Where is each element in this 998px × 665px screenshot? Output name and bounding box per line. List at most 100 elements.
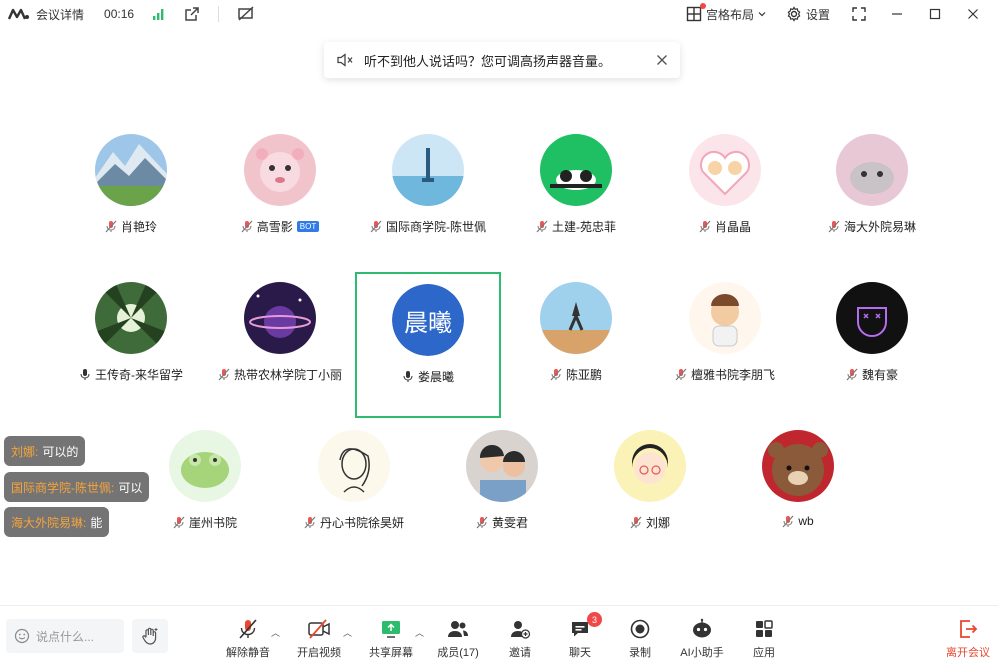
- participant-name: 土建-苑忠菲: [552, 220, 616, 234]
- ai-assistant-icon: [693, 618, 711, 638]
- mic-muted-icon: [304, 516, 316, 529]
- chat-unread-badge: 3: [587, 612, 602, 627]
- apps-button[interactable]: 应用: [734, 618, 794, 660]
- speaker-volume-notice: 听不到他人说话吗？您可调高扬声器音量。: [324, 42, 680, 78]
- settings-button[interactable]: 设置: [778, 6, 838, 23]
- maximize-icon: [929, 8, 941, 20]
- participant-tile[interactable]: 热带农林学院丁小丽: [207, 270, 353, 416]
- participant-name: 海大外院易琳: [843, 220, 916, 234]
- mic-muted-icon: [550, 368, 562, 381]
- participant-name: 高雪影: [256, 220, 293, 234]
- participant-tile[interactable]: 海大外院易琳: [799, 122, 945, 268]
- meeting-details-link[interactable]: 会议详情: [36, 6, 84, 23]
- avatar: 晨曦: [392, 284, 464, 356]
- participant-tile-active-speaker[interactable]: 晨曦 娄晨曦: [355, 272, 501, 418]
- avatar: [614, 430, 686, 502]
- mic-muted-icon: [782, 515, 794, 527]
- avatar: [318, 430, 390, 502]
- chat-bubble[interactable]: 海大外院易琳: 能: [4, 507, 110, 537]
- leave-meeting-button[interactable]: 离开会议: [938, 618, 998, 660]
- close-window-button[interactable]: [956, 8, 990, 20]
- participant-tile[interactable]: wb: [725, 418, 871, 564]
- participant-tile[interactable]: 魏有豪: [799, 270, 945, 416]
- mic-muted-icon: [828, 220, 840, 233]
- video-options-chevron-icon[interactable]: ︿: [343, 626, 352, 639]
- notice-close-button[interactable]: [656, 54, 668, 66]
- participant-name: 国际商学院-陈世佩: [386, 220, 486, 234]
- gear-icon: [787, 6, 801, 22]
- audio-options-chevron-icon[interactable]: ︿: [271, 626, 280, 639]
- mic-on-icon: [403, 371, 413, 382]
- unmute-button[interactable]: 解除静音: [218, 618, 278, 660]
- maximize-button[interactable]: [918, 8, 952, 20]
- avatar: [95, 134, 167, 206]
- participant-tile[interactable]: 黄雯君: [429, 418, 575, 564]
- participant-tile[interactable]: 肖晶晶: [652, 122, 798, 268]
- participant-tile[interactable]: 丹心书院徐昊妍: [281, 418, 427, 564]
- participant-name: 娄晨曦: [417, 370, 454, 384]
- participant-name: 陈亚鹏: [565, 368, 602, 382]
- mic-muted-icon: [370, 220, 382, 233]
- mic-muted-icon: [476, 516, 488, 529]
- participant-name: 肖晶晶: [714, 220, 751, 234]
- participant-tile[interactable]: 王传奇-来华留学: [58, 270, 204, 416]
- minimize-icon: [892, 13, 902, 15]
- participant-name: wb: [798, 514, 814, 528]
- participant-tile[interactable]: 崖州书院: [132, 418, 278, 564]
- members-button[interactable]: 成员(17): [428, 618, 488, 660]
- bot-badge: BOT: [296, 221, 320, 232]
- app-logo-icon: [8, 8, 29, 20]
- grid-layout-icon: [686, 6, 702, 22]
- mic-muted-icon: [699, 220, 711, 233]
- add-user-icon: [511, 621, 531, 639]
- mic-muted-icon: [105, 220, 117, 233]
- speaker-icon: [337, 53, 353, 67]
- participant-tile[interactable]: 国际商学院-陈世佩: [355, 122, 501, 268]
- fullscreen-button[interactable]: [842, 7, 876, 21]
- participant-tile[interactable]: 刘娜: [577, 418, 723, 564]
- mic-muted-icon: [536, 220, 548, 233]
- participant-name: 丹心书院徐昊妍: [319, 516, 404, 530]
- start-video-button[interactable]: 开启视频: [289, 618, 349, 660]
- chevron-down-icon: [758, 12, 766, 17]
- smile-icon: [14, 628, 30, 644]
- share-screen-button[interactable]: 共享屏幕: [361, 618, 421, 660]
- raise-hand-button[interactable]: [132, 619, 168, 653]
- avatar: [169, 430, 241, 502]
- participant-tile[interactable]: 高雪影 BOT: [207, 122, 353, 268]
- participant-tile[interactable]: 肖艳玲: [58, 122, 204, 268]
- mic-muted-icon: [241, 220, 253, 233]
- exit-icon: [960, 620, 978, 638]
- participant-name: 崖州书院: [188, 516, 237, 530]
- participant-tile[interactable]: 陈亚鹏: [503, 270, 649, 416]
- avatar: [540, 282, 612, 354]
- popout-icon[interactable]: [184, 6, 200, 22]
- layout-notification-dot: [699, 2, 706, 9]
- invite-button[interactable]: 邀请: [490, 618, 550, 660]
- minimize-button[interactable]: [880, 8, 914, 20]
- fullscreen-icon: [852, 7, 866, 21]
- screen-share-off-icon[interactable]: [237, 6, 255, 22]
- participant-name: 肖艳玲: [120, 220, 157, 234]
- bottom-toolbar: 说点什么... 解除静音 ︿ 开启视频 ︿ 共享屏幕 ︿ 成员(17) 邀请 3…: [0, 605, 998, 665]
- participant-tile[interactable]: 土建-苑忠菲: [503, 122, 649, 268]
- close-icon: [968, 9, 978, 19]
- chat-button[interactable]: 3 聊天: [550, 612, 610, 660]
- avatar: [836, 134, 908, 206]
- network-signal-icon[interactable]: [152, 7, 166, 21]
- share-options-chevron-icon[interactable]: ︿: [415, 626, 424, 639]
- chat-bubble[interactable]: 刘娜: 可以的: [4, 436, 86, 466]
- participant-tile[interactable]: 檀雅书院李朋飞: [652, 270, 798, 416]
- chat-bubble[interactable]: 国际商学院-陈世佩: 可以: [4, 472, 150, 502]
- ai-assistant-button[interactable]: AI小助手: [672, 618, 732, 660]
- meeting-timer: 00:16: [104, 7, 135, 21]
- participant-name: 黄雯君: [491, 516, 528, 530]
- quick-chat-input[interactable]: 说点什么...: [6, 619, 124, 653]
- record-button[interactable]: 录制: [610, 618, 670, 660]
- avatar: [836, 282, 908, 354]
- avatar: [392, 134, 464, 206]
- grid-layout-button[interactable]: 宫格布局: [678, 2, 774, 23]
- members-icon: [448, 621, 468, 637]
- mic-muted-icon: [630, 516, 642, 529]
- title-bar: 会议详情 00:16 宫格布局 设置: [0, 0, 998, 28]
